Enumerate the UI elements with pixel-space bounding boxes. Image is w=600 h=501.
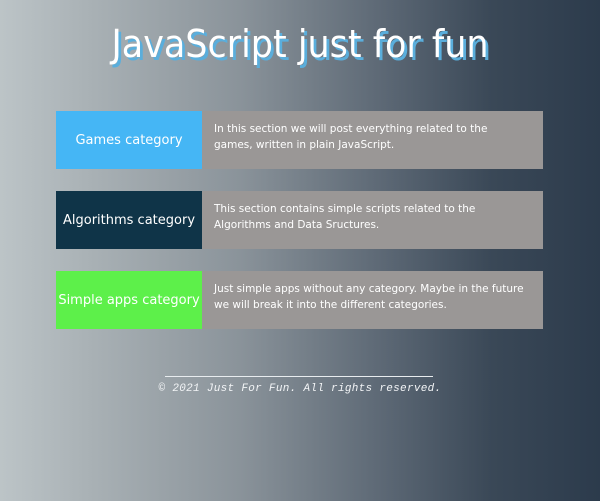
page-title: JavaScript just for fun — [111, 22, 489, 66]
footer-copyright: © 2021 Just For Fun. All rights reserved… — [158, 383, 442, 395]
footer-divider — [165, 376, 433, 377]
games-category-button[interactable]: Games category — [56, 111, 202, 169]
simple-apps-category-card[interactable]: Simple apps category Just simple apps wi… — [56, 271, 543, 329]
games-category-description: In this section we will post everything … — [202, 111, 543, 169]
games-category-card[interactable]: Games category In this section we will p… — [56, 111, 543, 169]
algorithms-category-card[interactable]: Algorithms category This section contain… — [56, 191, 543, 249]
simple-apps-category-button[interactable]: Simple apps category — [56, 271, 202, 329]
simple-apps-category-description: Just simple apps without any category. M… — [202, 271, 543, 329]
algorithms-category-button[interactable]: Algorithms category — [56, 191, 202, 249]
algorithms-category-description: This section contains simple scripts rel… — [202, 191, 543, 249]
